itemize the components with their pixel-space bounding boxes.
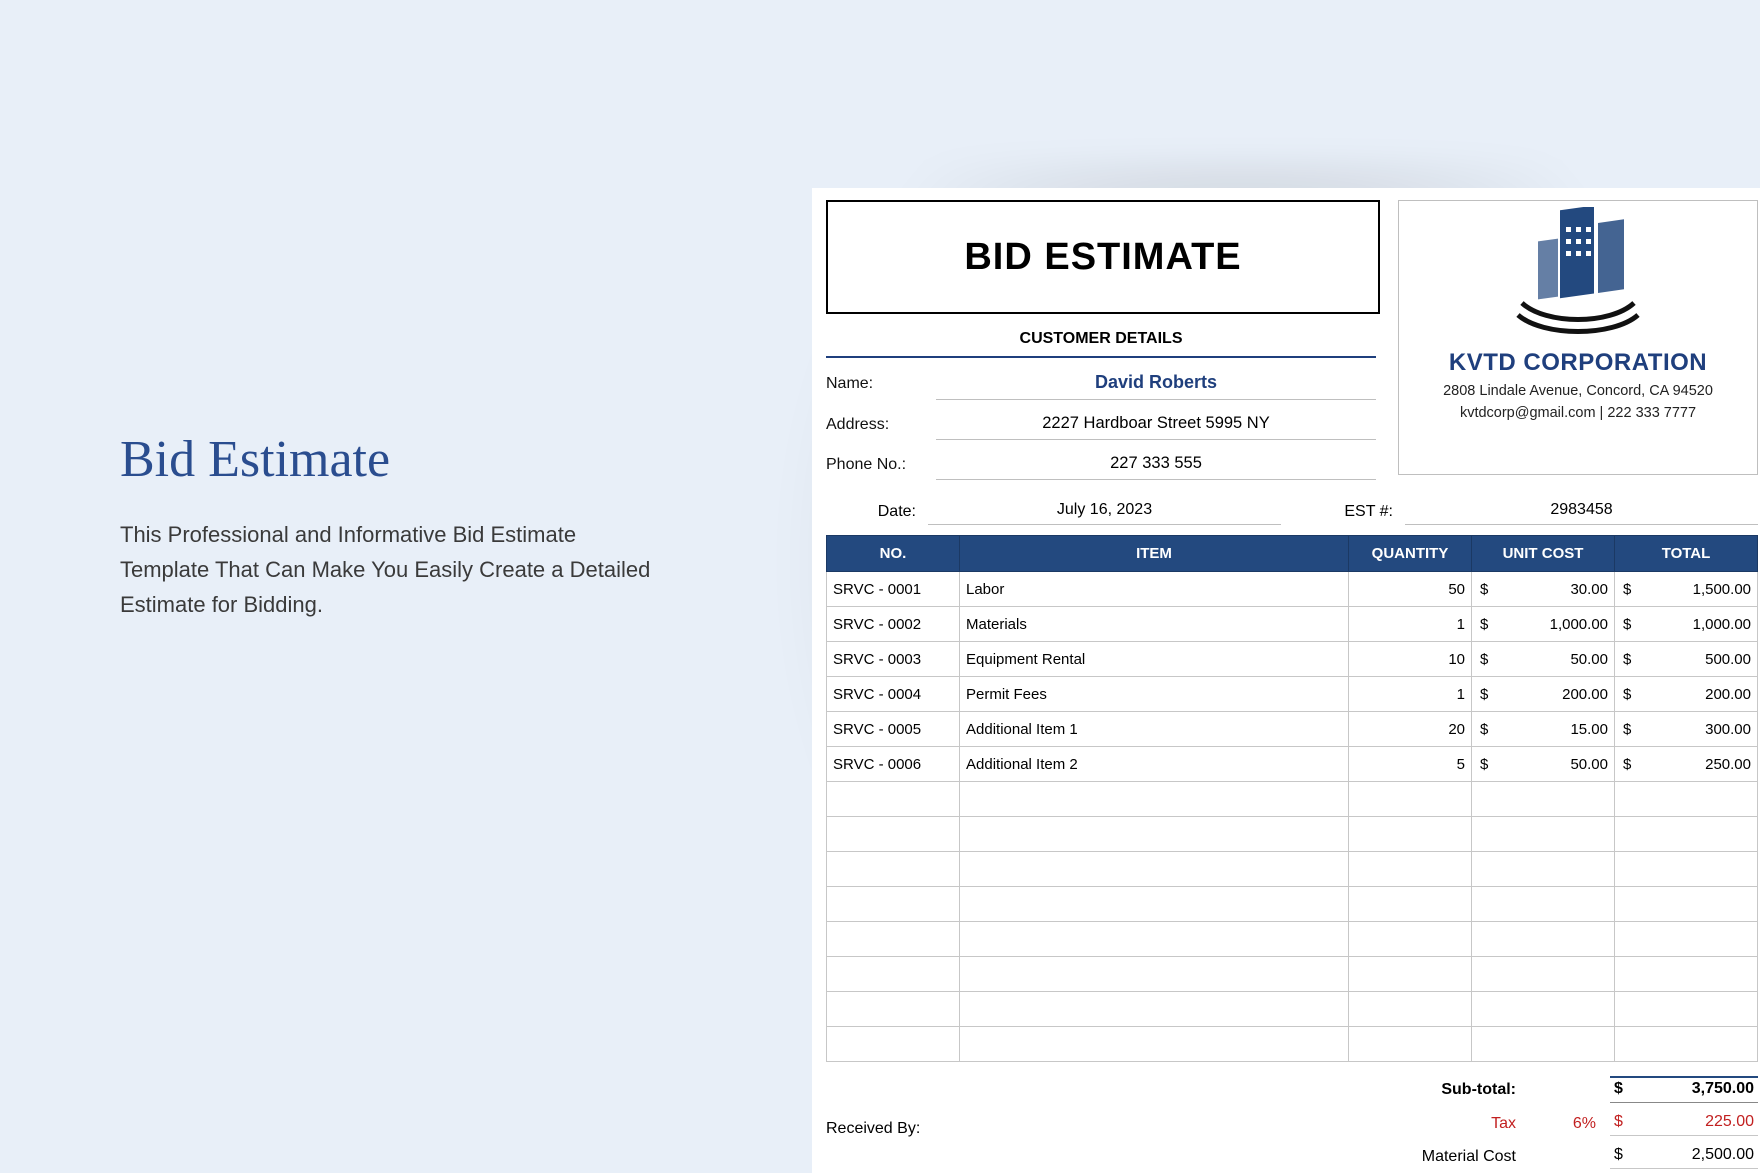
cell-item: Additional Item 1 xyxy=(960,712,1349,747)
cell-unit: $15.00 xyxy=(1472,712,1615,747)
company-address: 2808 Lindale Avenue, Concord, CA 94520 xyxy=(1443,383,1713,399)
subtotal-label: Sub-total: xyxy=(1288,1081,1526,1099)
items-table: NO. ITEM QUANTITY UNIT COST TOTAL SRVC -… xyxy=(826,535,1758,1062)
cell-qty: 1 xyxy=(1349,607,1472,642)
promo-title: Bid Estimate xyxy=(120,430,660,489)
cell-qty: 10 xyxy=(1349,642,1472,677)
customer-header: CUSTOMER DETAILS xyxy=(826,324,1376,358)
cell-no: SRVC - 0003 xyxy=(827,642,960,677)
tax-label: Tax xyxy=(1288,1115,1526,1133)
subtotal-value: 3,750.00 xyxy=(1692,1080,1754,1098)
cell-qty: 20 xyxy=(1349,712,1472,747)
customer-name: David Roberts xyxy=(936,368,1376,400)
table-row: SRVC - 0003Equipment Rental10$50.00$500.… xyxy=(827,642,1758,677)
value-est: 2983458 xyxy=(1405,498,1758,525)
tax-pct: 6% xyxy=(1526,1115,1610,1133)
cell-item: Labor xyxy=(960,572,1349,607)
table-row: SRVC - 0005Additional Item 120$15.00$300… xyxy=(827,712,1758,747)
totals-block: Sub-total: $3,750.00 Tax 6% $225.00 Mate… xyxy=(1288,1072,1758,1173)
company-name: KVTD CORPORATION xyxy=(1449,349,1707,377)
company-box: KVTD CORPORATION 2808 Lindale Avenue, Co… xyxy=(1398,200,1758,475)
table-row-empty xyxy=(827,887,1758,922)
col-item: ITEM xyxy=(960,536,1349,572)
cell-qty: 50 xyxy=(1349,572,1472,607)
customer-details: CUSTOMER DETAILS Name: David Roberts Add… xyxy=(826,324,1376,480)
cell-item: Permit Fees xyxy=(960,677,1349,712)
label-name: Name: xyxy=(826,375,936,393)
table-row: SRVC - 0001Labor50$30.00$1,500.00 xyxy=(827,572,1758,607)
cell-qty: 5 xyxy=(1349,747,1472,782)
cell-no: SRVC - 0001 xyxy=(827,572,960,607)
table-row-empty xyxy=(827,1027,1758,1062)
table-row: SRVC - 0002Materials1$1,000.00$1,000.00 xyxy=(827,607,1758,642)
table-row-empty xyxy=(827,782,1758,817)
bid-estimate-document: BID ESTIMATE CUSTOMER DETAILS Name: Davi… xyxy=(812,188,1760,1173)
table-row-empty xyxy=(827,992,1758,1027)
cell-item: Additional Item 2 xyxy=(960,747,1349,782)
cell-item: Equipment Rental xyxy=(960,642,1349,677)
value-date: July 16, 2023 xyxy=(928,498,1281,525)
cell-unit: $50.00 xyxy=(1472,642,1615,677)
cell-no: SRVC - 0006 xyxy=(827,747,960,782)
cell-total: $200.00 xyxy=(1615,677,1758,712)
document-title-box: BID ESTIMATE xyxy=(826,200,1380,314)
cell-qty: 1 xyxy=(1349,677,1472,712)
currency: $ xyxy=(1614,1080,1623,1098)
col-no: NO. xyxy=(827,536,960,572)
tax-value: 225.00 xyxy=(1705,1113,1754,1131)
table-row-empty xyxy=(827,852,1758,887)
customer-address: 2227 Hardboar Street 5995 NY xyxy=(936,410,1376,440)
table-row: SRVC - 0004Permit Fees1$200.00$200.00 xyxy=(827,677,1758,712)
cell-unit: $30.00 xyxy=(1472,572,1615,607)
cell-total: $1,500.00 xyxy=(1615,572,1758,607)
material-value: 2,500.00 xyxy=(1692,1146,1754,1164)
col-qty: QUANTITY xyxy=(1349,536,1472,572)
col-total: TOTAL xyxy=(1615,536,1758,572)
customer-phone: 227 333 555 xyxy=(936,450,1376,480)
currency: $ xyxy=(1614,1113,1623,1131)
cell-total: $250.00 xyxy=(1615,747,1758,782)
promo-description: This Professional and Informative Bid Es… xyxy=(120,517,660,623)
cell-total: $500.00 xyxy=(1615,642,1758,677)
table-row-empty xyxy=(827,957,1758,992)
document-title: BID ESTIMATE xyxy=(964,236,1241,279)
table-row-empty xyxy=(827,817,1758,852)
label-received: Received By: xyxy=(826,1120,920,1138)
label-phone: Phone No.: xyxy=(826,456,936,474)
cell-unit: $1,000.00 xyxy=(1472,607,1615,642)
cell-unit: $200.00 xyxy=(1472,677,1615,712)
company-logo-icon xyxy=(1498,207,1658,347)
cell-item: Materials xyxy=(960,607,1349,642)
material-label: Material Cost xyxy=(1288,1148,1526,1166)
currency: $ xyxy=(1614,1146,1623,1164)
label-address: Address: xyxy=(826,416,936,434)
label-date: Date: xyxy=(826,503,928,521)
cell-no: SRVC - 0004 xyxy=(827,677,960,712)
promo-panel: Bid Estimate This Professional and Infor… xyxy=(120,430,660,623)
cell-unit: $50.00 xyxy=(1472,747,1615,782)
cell-no: SRVC - 0002 xyxy=(827,607,960,642)
label-est: EST #: xyxy=(1303,503,1405,521)
table-row-empty xyxy=(827,922,1758,957)
cell-total: $1,000.00 xyxy=(1615,607,1758,642)
col-unit: UNIT COST xyxy=(1472,536,1615,572)
cell-total: $300.00 xyxy=(1615,712,1758,747)
table-row: SRVC - 0006Additional Item 25$50.00$250.… xyxy=(827,747,1758,782)
cell-no: SRVC - 0005 xyxy=(827,712,960,747)
company-contact: kvtdcorp@gmail.com | 222 333 7777 xyxy=(1460,405,1696,421)
